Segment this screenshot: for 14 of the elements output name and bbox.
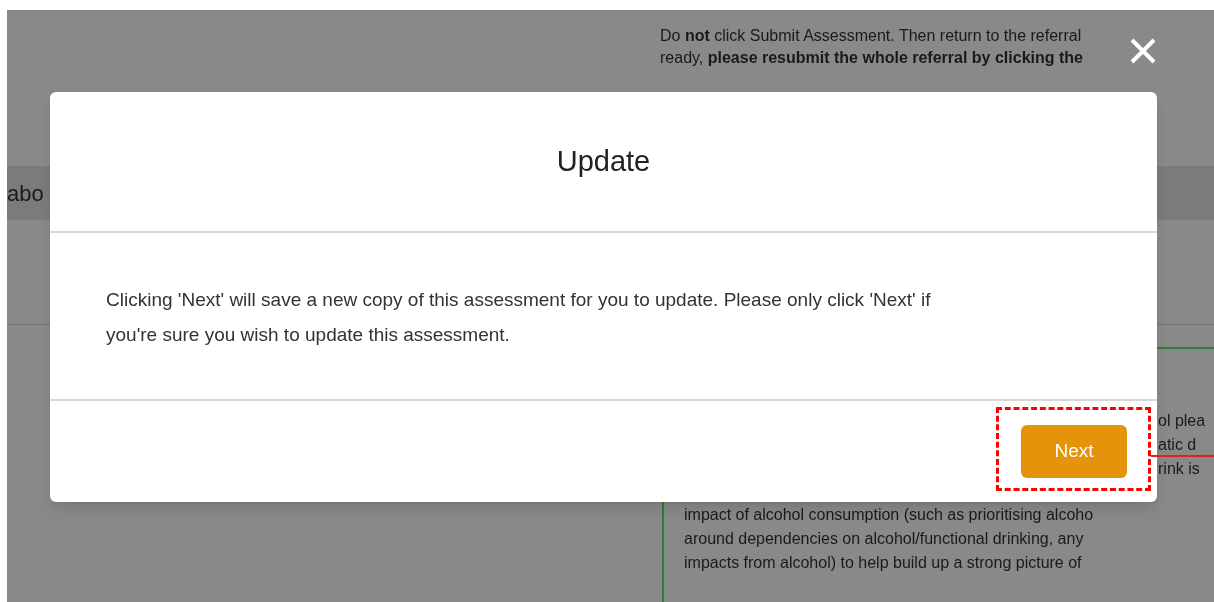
close-icon[interactable]: [1128, 36, 1158, 66]
modal-title: Update: [556, 143, 651, 179]
modal-message: Clicking 'Next' will save a new copy of this assessment for you to update. Please only click 'Next' if you're sure you wish to update this assessment.: [106, 288, 932, 347]
next-button[interactable]: Next: [1021, 425, 1127, 478]
guidance-text: impacts from alcohol) to help build up a strong picture of: [684, 554, 1082, 571]
guidance-text: ol plea: [1158, 412, 1206, 429]
guidance-text: impact of alcohol consumption (such as prioritising alcoho: [684, 506, 1094, 523]
guidance-text: around dependencies on alcohol/functional drinking, any: [684, 530, 1084, 547]
notice-text: Do not click Submit Assessment. Then return to the referral: [660, 27, 1082, 44]
guidance-text: atic d: [1158, 436, 1197, 453]
tab-label[interactable]: abo: [7, 176, 44, 210]
notice-text: ready, please resubmit the whole referral by clicking the: [660, 49, 1083, 66]
annotation-line: [1151, 455, 1214, 457]
guidance-text: rink is: [1158, 460, 1200, 477]
